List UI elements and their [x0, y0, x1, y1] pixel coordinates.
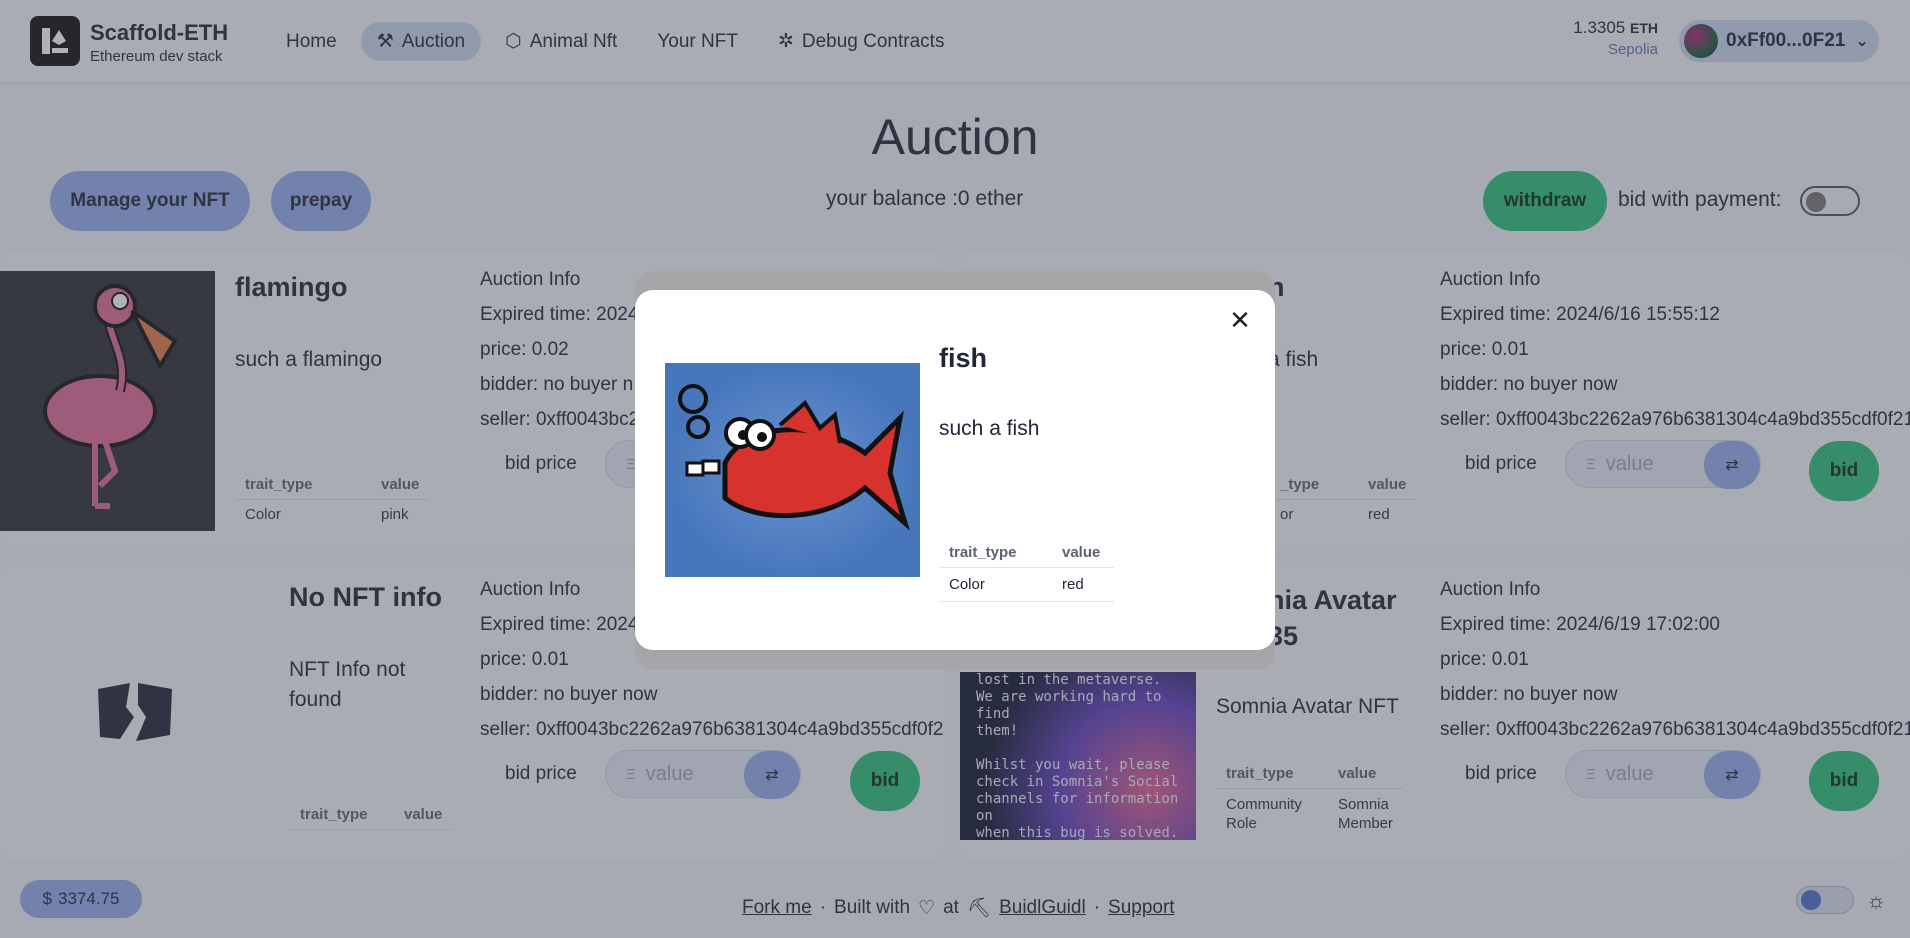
trait-name: Color	[939, 567, 1052, 602]
trait-type-header: trait_type	[939, 538, 1052, 568]
modal-traits-table: trait_type value Color red	[939, 538, 1114, 602]
fish-image	[665, 363, 920, 577]
close-icon[interactable]: ✕	[1226, 305, 1254, 335]
modal-title: fish	[939, 343, 988, 373]
trait-value: red	[1052, 567, 1114, 602]
value-header: value	[1052, 538, 1114, 568]
modal-description: such a fish	[939, 417, 1040, 440]
